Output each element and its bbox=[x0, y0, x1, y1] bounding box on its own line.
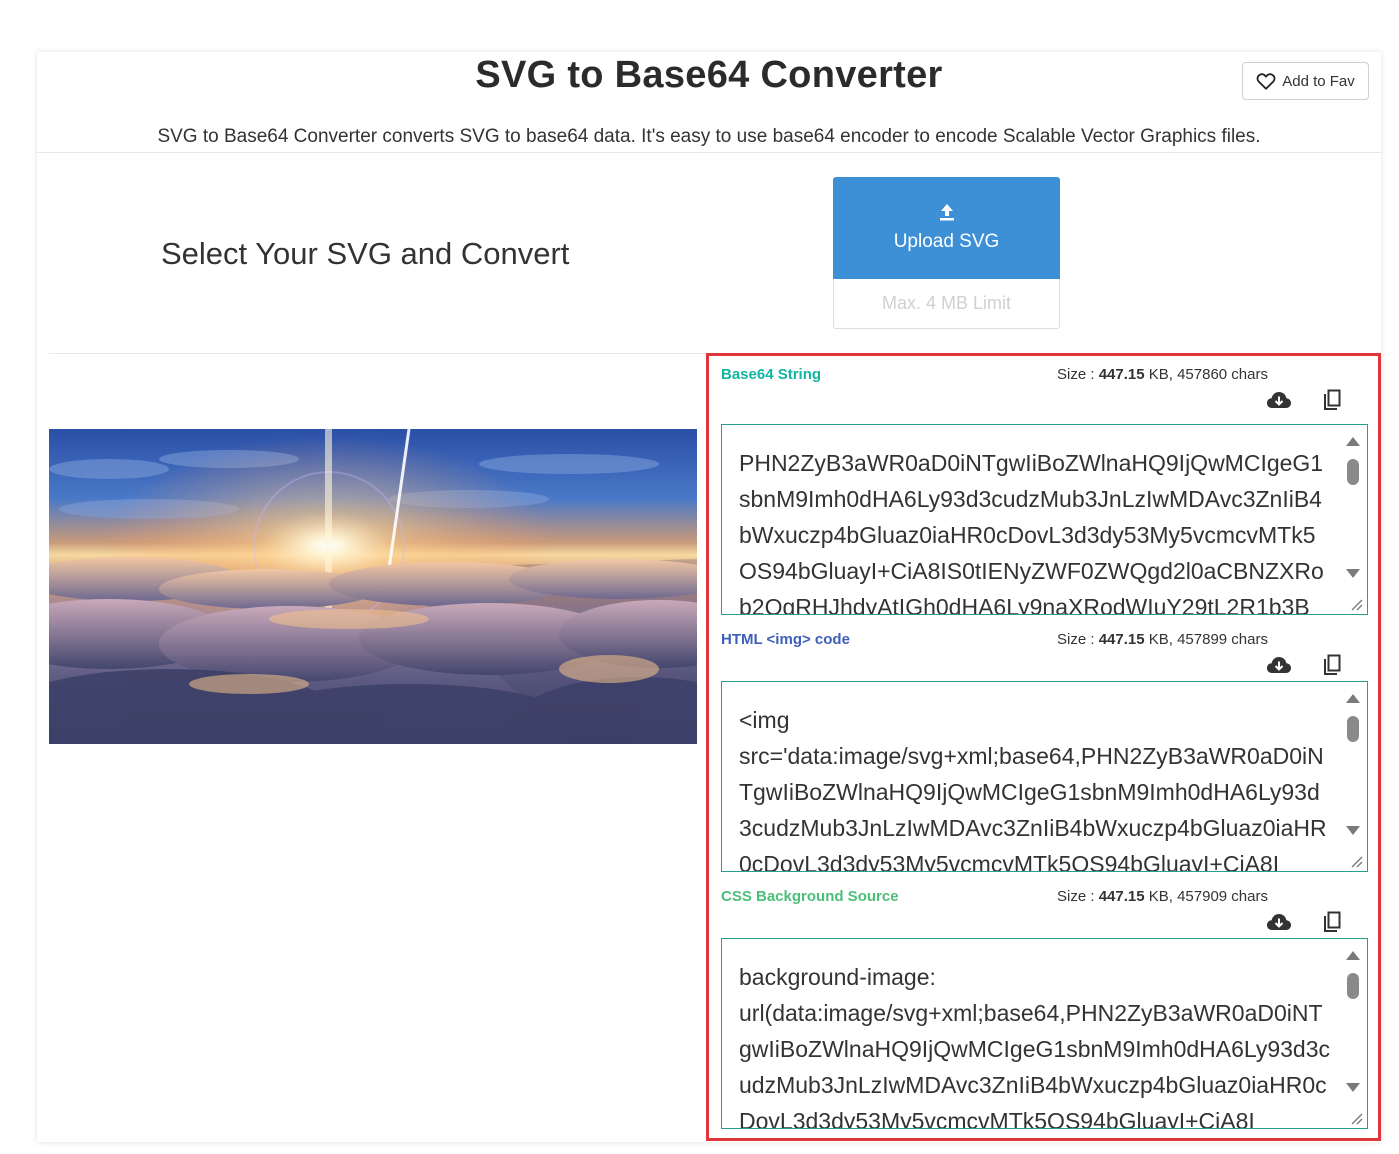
css-background-label: CSS Background Source bbox=[721, 888, 899, 905]
copy-icon bbox=[1324, 911, 1341, 932]
scroll-up-arrow-icon[interactable] bbox=[1346, 694, 1360, 703]
scroll-thumb[interactable] bbox=[1347, 973, 1359, 999]
upload-svg-label: Upload SVG bbox=[893, 231, 1000, 252]
heart-icon bbox=[1256, 73, 1276, 90]
section-divider bbox=[49, 353, 709, 354]
add-to-fav-button[interactable]: Add to Fav bbox=[1242, 62, 1369, 100]
copy-icon bbox=[1324, 389, 1341, 410]
copy-css-button[interactable] bbox=[1319, 910, 1345, 934]
scroll-up-arrow-icon[interactable] bbox=[1346, 951, 1360, 960]
add-to-fav-label: Add to Fav bbox=[1282, 72, 1355, 90]
cloud-download-icon bbox=[1267, 392, 1291, 408]
resize-grip-icon[interactable] bbox=[1349, 597, 1363, 611]
page-title: SVG to Base64 Converter bbox=[475, 54, 943, 96]
textarea-scrollbar[interactable] bbox=[1339, 425, 1367, 614]
scroll-down-arrow-icon[interactable] bbox=[1346, 569, 1360, 578]
resize-grip-icon[interactable] bbox=[1349, 1111, 1363, 1125]
upload-svg-button[interactable]: Upload SVG bbox=[833, 177, 1060, 279]
scroll-thumb[interactable] bbox=[1347, 716, 1359, 742]
html-output-text: <img src='data:image/svg+xml;base64,PHN2… bbox=[739, 707, 1327, 872]
base64-output-text: PHN2ZyB3aWR0aD0iNTgwIiBoZWlnaHQ9IjQwMCIg… bbox=[739, 450, 1324, 615]
scroll-thumb[interactable] bbox=[1347, 459, 1359, 485]
download-base64-button[interactable] bbox=[1266, 388, 1292, 412]
header-divider bbox=[37, 152, 1381, 153]
base64-string-label: Base64 String bbox=[721, 366, 822, 383]
cloud-download-icon bbox=[1267, 914, 1291, 930]
cloud-download-icon bbox=[1267, 657, 1291, 673]
copy-base64-button[interactable] bbox=[1319, 388, 1345, 412]
upload-icon bbox=[939, 204, 954, 221]
scroll-down-arrow-icon[interactable] bbox=[1346, 826, 1360, 835]
scroll-down-arrow-icon[interactable] bbox=[1346, 1083, 1360, 1092]
base64-size-text: Size : 447.15 KB, 457860 chars bbox=[1057, 366, 1268, 383]
svg-preview-image bbox=[49, 429, 697, 744]
size-kb-value: 447.15 bbox=[1098, 631, 1145, 648]
download-css-button[interactable] bbox=[1266, 910, 1292, 934]
html-output-textarea[interactable]: <img src='data:image/svg+xml;base64,PHN2… bbox=[721, 681, 1368, 872]
sky-clouds-illustration bbox=[49, 429, 697, 744]
page-description: SVG to Base64 Converter converts SVG to … bbox=[157, 126, 1261, 147]
css-size-text: Size : 447.15 KB, 457909 chars bbox=[1057, 888, 1268, 905]
html-size-text: Size : 447.15 KB, 457899 chars bbox=[1057, 631, 1268, 648]
size-prefix: Size : bbox=[1057, 366, 1099, 383]
size-suffix: KB, 457860 chars bbox=[1144, 366, 1268, 383]
copy-icon bbox=[1324, 654, 1341, 675]
size-kb-value: 447.15 bbox=[1098, 888, 1145, 905]
base64-output-textarea[interactable]: PHN2ZyB3aWR0aD0iNTgwIiBoZWlnaHQ9IjQwMCIg… bbox=[721, 424, 1368, 615]
size-prefix: Size : bbox=[1057, 631, 1099, 648]
css-output-textarea[interactable]: background-image: url(data:image/svg+xml… bbox=[721, 938, 1368, 1129]
resize-grip-icon[interactable] bbox=[1349, 854, 1363, 868]
css-output-text: background-image: url(data:image/svg+xml… bbox=[739, 964, 1331, 1129]
size-prefix: Size : bbox=[1057, 888, 1099, 905]
copy-html-button[interactable] bbox=[1319, 653, 1345, 677]
size-limit-note: Max. 4 MB Limit bbox=[833, 279, 1060, 329]
html-img-code-label: HTML <img> code bbox=[721, 631, 850, 648]
download-html-button[interactable] bbox=[1266, 653, 1292, 677]
scroll-up-arrow-icon[interactable] bbox=[1346, 437, 1360, 446]
size-suffix: KB, 457899 chars bbox=[1144, 631, 1268, 648]
size-suffix: KB, 457909 chars bbox=[1144, 888, 1268, 905]
textarea-scrollbar[interactable] bbox=[1339, 682, 1367, 871]
size-kb-value: 447.15 bbox=[1098, 366, 1145, 383]
select-prompt: Select Your SVG and Convert bbox=[161, 236, 570, 271]
textarea-scrollbar[interactable] bbox=[1339, 939, 1367, 1128]
